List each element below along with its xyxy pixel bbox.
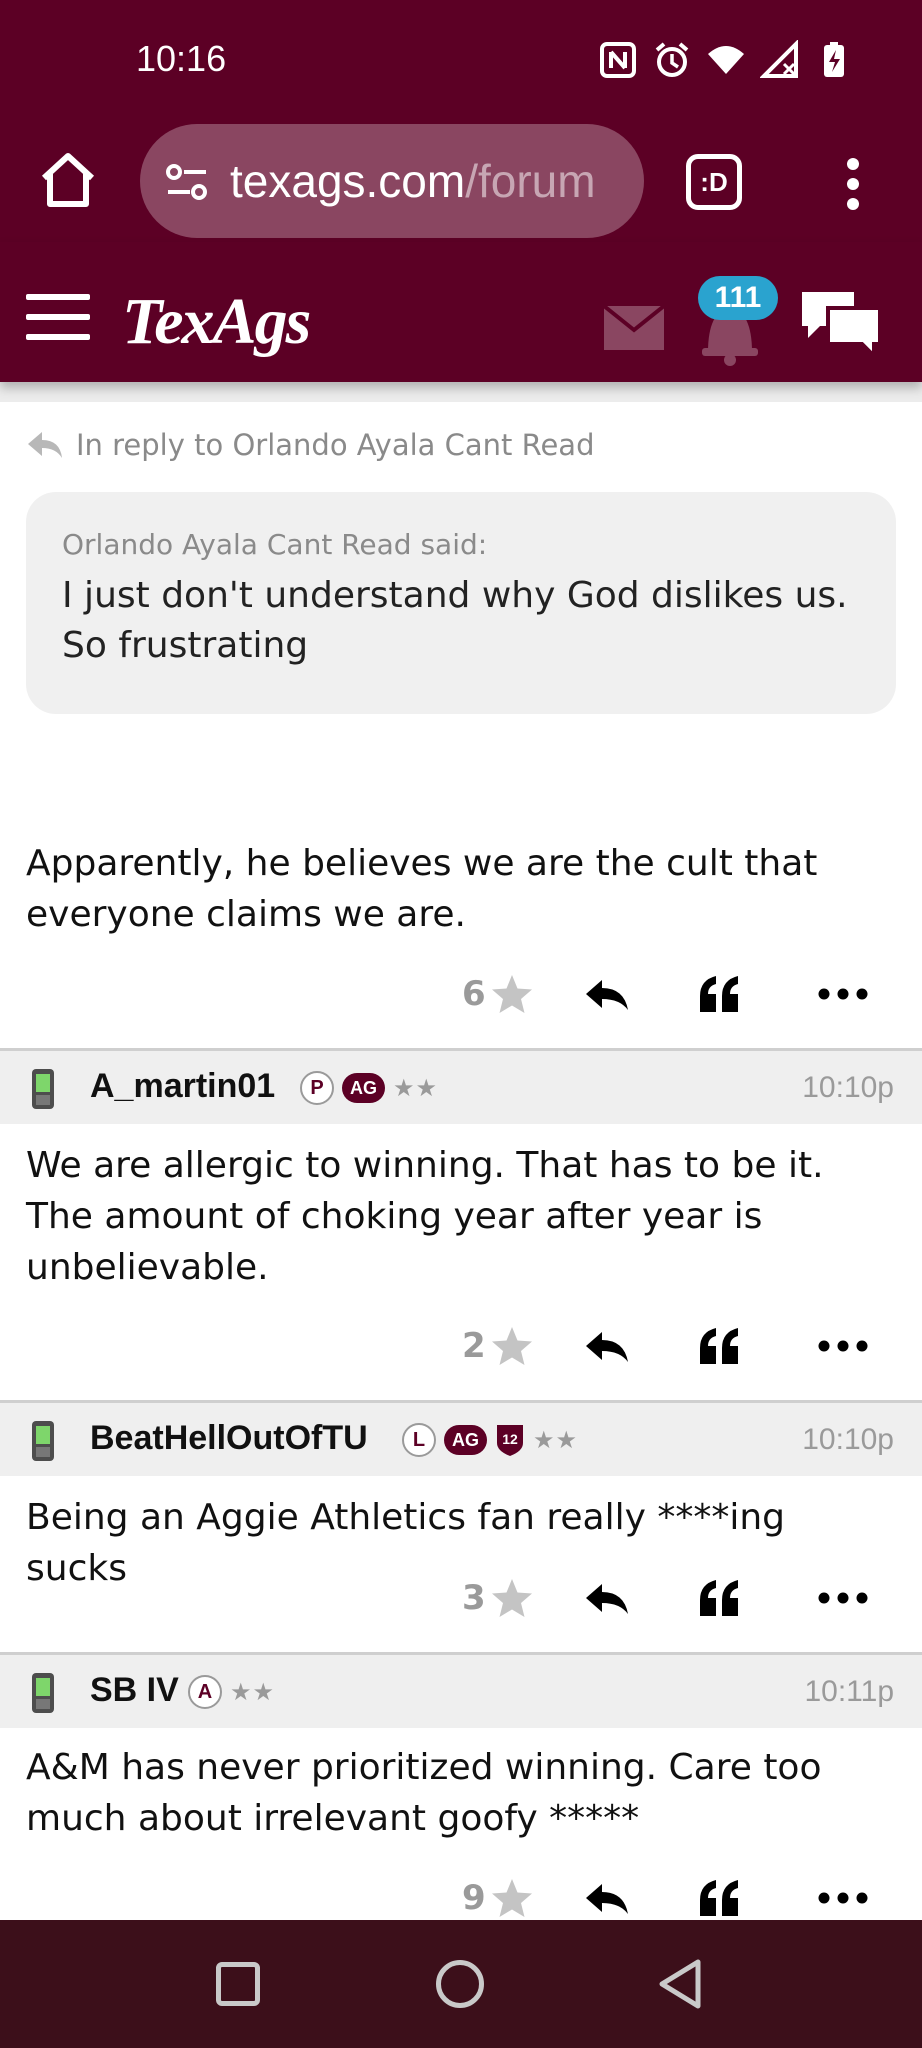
star-count: 2	[462, 1326, 486, 1366]
badge-p: P	[300, 1071, 334, 1105]
more-options-icon[interactable]	[818, 964, 868, 1024]
rank-stars: ★★	[230, 1678, 276, 1706]
overflow-menu-icon[interactable]	[836, 156, 870, 212]
site-settings-icon[interactable]	[164, 160, 210, 206]
badge-ag: AG	[342, 1073, 385, 1103]
user-badges: L AG 12 ★★	[402, 1423, 578, 1457]
star-button[interactable]: 9	[462, 1868, 534, 1920]
star-count: 6	[462, 974, 486, 1014]
nfc-icon	[600, 42, 636, 78]
post-actions: 3	[422, 1568, 922, 1628]
status-icons	[598, 40, 854, 80]
url-path: /forum	[465, 155, 596, 207]
more-options-icon[interactable]	[818, 1568, 868, 1628]
home-icon[interactable]	[38, 150, 98, 210]
quote-icon[interactable]	[698, 1868, 742, 1920]
username[interactable]: BeatHellOutOfTU	[90, 1419, 368, 1458]
quote-author: Orlando Ayala Cant Read said:	[62, 528, 488, 561]
twelfth-man-shield-icon: 12	[497, 1425, 523, 1456]
post-body: Apparently, he believes we are the cult …	[26, 843, 818, 935]
hamburger-menu-icon[interactable]	[26, 294, 90, 340]
badge-ag: AG	[444, 1425, 487, 1455]
post-time: 10:10p	[802, 1071, 894, 1104]
battery-charging-icon	[824, 42, 844, 77]
url-text[interactable]: texags.com/forum	[230, 154, 596, 208]
badge-12: 12	[502, 1431, 518, 1447]
reply-to-label: In reply to Orlando Ayala Cant Read	[76, 428, 595, 462]
star-button[interactable]: 2	[462, 1316, 534, 1376]
post-header: SB IV A ★★ 10:11p	[0, 1652, 922, 1728]
back-icon[interactable]	[656, 1958, 704, 2010]
username[interactable]: A_martin01	[90, 1067, 275, 1106]
post-actions: 2	[422, 1316, 922, 1376]
star-button[interactable]: 6	[462, 964, 534, 1024]
username[interactable]: SB IV	[90, 1671, 179, 1710]
more-options-icon[interactable]	[818, 1868, 868, 1920]
site-logo[interactable]: TexAgs	[122, 284, 311, 360]
post-actions: 6	[422, 964, 922, 1024]
previous-post-edge	[0, 382, 922, 402]
home-button[interactable]	[436, 1960, 484, 2008]
tab-switcher-button[interactable]: :D	[686, 154, 742, 210]
reply-arrow-icon	[28, 432, 62, 458]
recent-apps-button[interactable]	[216, 1962, 260, 2006]
star-count: 9	[462, 1878, 486, 1918]
rank-stars: ★★	[533, 1426, 579, 1454]
mail-icon[interactable]	[604, 306, 664, 350]
user-badges: P AG ★★	[300, 1071, 438, 1105]
reply-icon[interactable]	[582, 1316, 630, 1376]
post-header: A_martin01 P AG ★★ 10:10p	[0, 1048, 922, 1124]
rank-stars: ★★	[393, 1074, 439, 1102]
star-icon	[491, 1879, 532, 1917]
quoted-post: Orlando Ayala Cant Read said: I just don…	[26, 492, 896, 714]
chat-bubbles-icon[interactable]	[798, 286, 884, 360]
status-bar: 10:16	[0, 0, 922, 120]
signal-icon	[760, 40, 798, 78]
wifi-icon	[708, 46, 744, 74]
system-navigation-bar	[0, 1920, 922, 2048]
browser-toolbar: texags.com/forum :D	[0, 120, 922, 242]
post-time: 10:10p	[802, 1423, 894, 1456]
star-icon	[491, 1327, 532, 1365]
status-time: 10:16	[136, 38, 227, 79]
user-badges: A ★★	[188, 1675, 275, 1709]
post-actions: 9	[422, 1868, 922, 1920]
quote-icon[interactable]	[698, 1568, 742, 1628]
mobile-phone-icon	[32, 1673, 54, 1713]
site-header: TexAgs 111	[0, 242, 922, 382]
more-options-icon[interactable]	[818, 1316, 868, 1376]
reply-icon[interactable]	[582, 964, 630, 1024]
post-body: A&M has never prioritized winning. Care …	[26, 1747, 822, 1839]
post-body: We are allergic to winning. That has to …	[26, 1145, 824, 1288]
mobile-phone-icon	[32, 1069, 54, 1109]
alarm-icon	[655, 42, 689, 77]
star-button[interactable]: 3	[462, 1568, 534, 1628]
quote-text: I just don't understand why God dislikes…	[62, 575, 848, 666]
badge-l: L	[402, 1423, 436, 1457]
url-domain: texags.com	[230, 155, 466, 207]
star-icon	[491, 1579, 532, 1617]
mobile-phone-icon	[32, 1421, 54, 1461]
notification-count-badge[interactable]: 111	[698, 276, 778, 320]
in-reply-to[interactable]: In reply to Orlando Ayala Cant Read	[26, 428, 595, 462]
post-time: 10:11p	[804, 1675, 894, 1708]
address-bar[interactable]: texags.com/forum	[140, 124, 644, 238]
reply-icon[interactable]	[582, 1868, 630, 1920]
quote-icon[interactable]	[698, 964, 742, 1024]
post-header: BeatHellOutOfTU L AG 12 ★★ 10:10p	[0, 1400, 922, 1476]
reply-icon[interactable]	[582, 1568, 630, 1628]
star-count: 3	[462, 1578, 486, 1618]
badge-a: A	[188, 1675, 222, 1709]
quote-icon[interactable]	[698, 1316, 742, 1376]
thread-content: In reply to Orlando Ayala Cant Read Orla…	[0, 382, 922, 1920]
star-icon	[491, 975, 532, 1013]
